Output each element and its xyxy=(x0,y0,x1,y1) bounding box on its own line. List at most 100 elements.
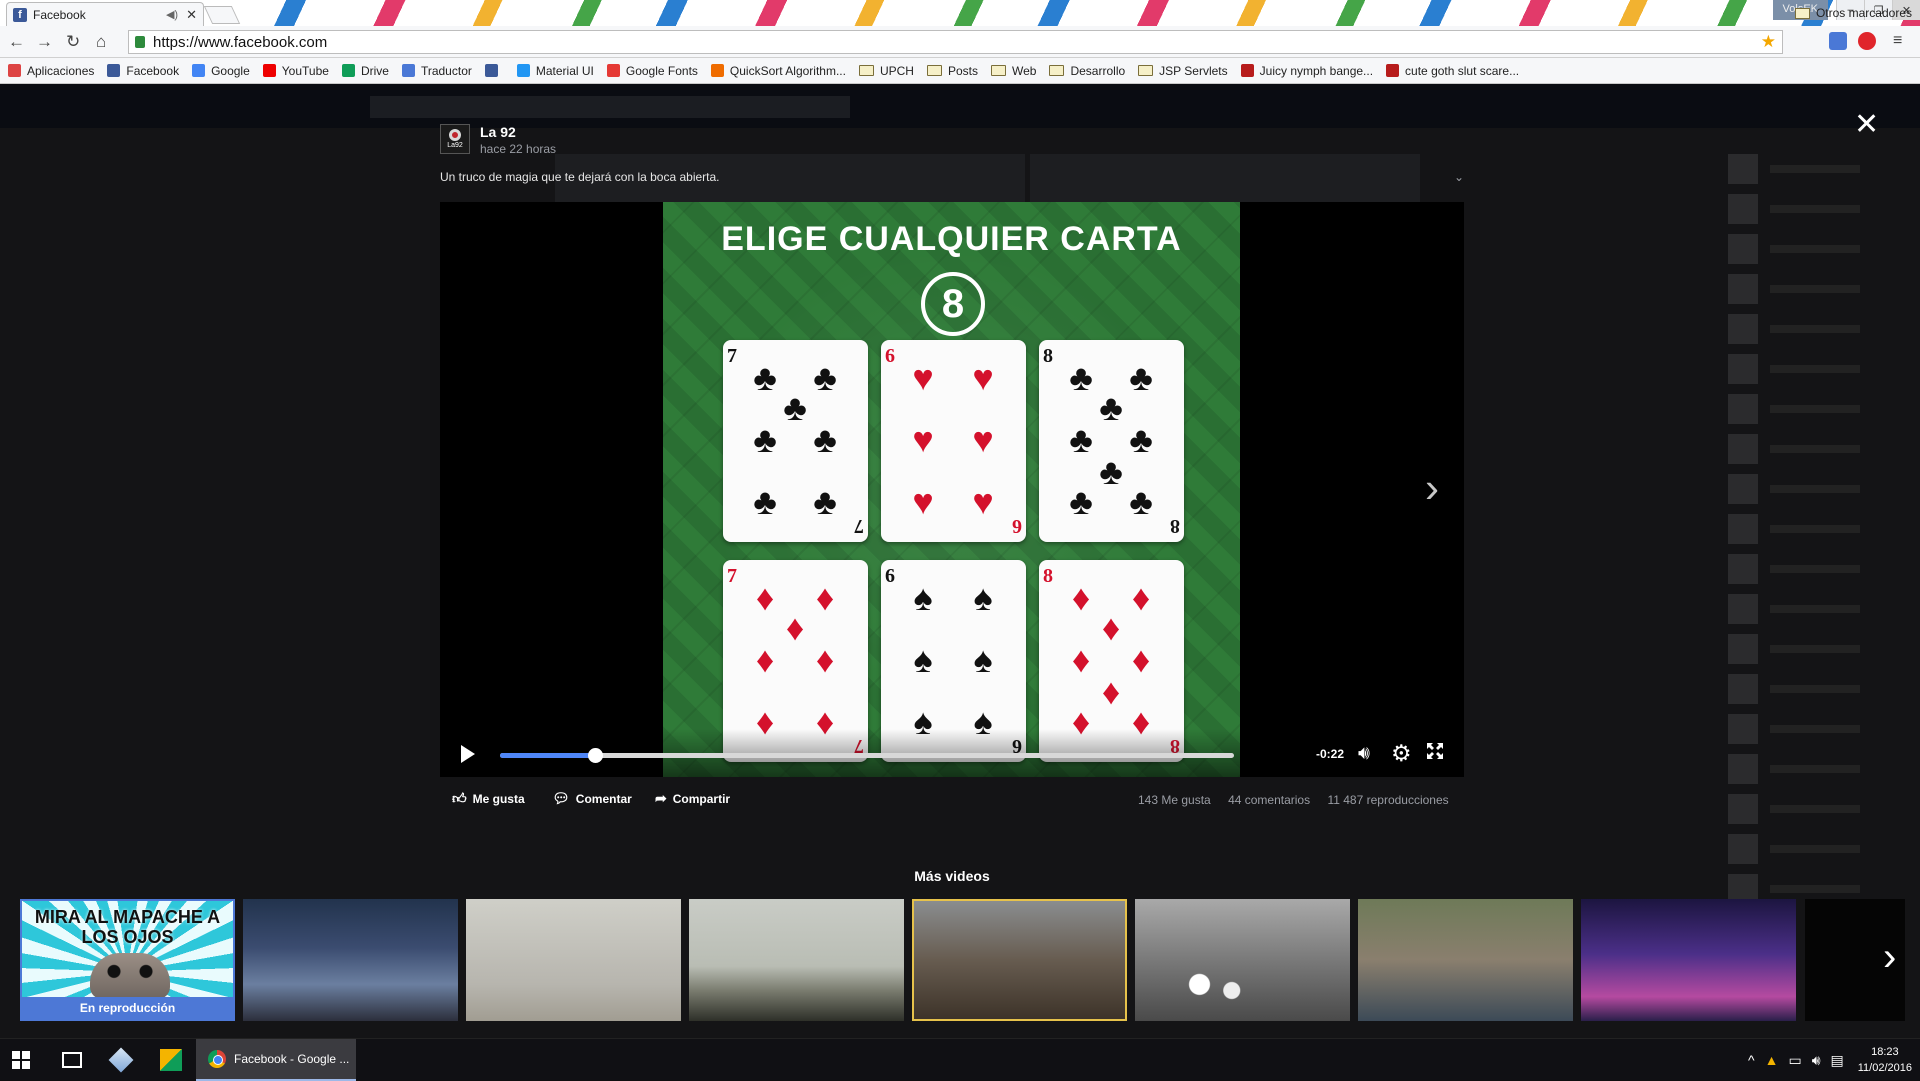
back-icon[interactable]: ← xyxy=(8,32,25,52)
chat-contact xyxy=(1728,592,1918,626)
close-lightbox-icon[interactable]: ✕ xyxy=(1854,110,1879,140)
page-avatar[interactable]: La92 xyxy=(440,124,470,154)
bookmark-item[interactable] xyxy=(484,64,504,77)
drive-taskbar-icon[interactable] xyxy=(160,1049,182,1071)
like-button[interactable]: 👍︎ Me gusta xyxy=(452,790,525,807)
bookmark-label: Google xyxy=(211,63,250,78)
card-rank: 6 xyxy=(885,565,895,587)
share-button[interactable]: ➦ Compartir xyxy=(655,790,730,807)
opera-extension-icon[interactable] xyxy=(1858,32,1876,50)
card-rank-bottom: 7 xyxy=(854,515,864,537)
play-icon[interactable] xyxy=(461,745,475,763)
avatar xyxy=(1728,794,1758,824)
settings-gear-icon[interactable]: ⚙ xyxy=(1391,740,1412,767)
bookmark-label: QuickSort Algorithm... xyxy=(729,63,846,78)
card-suit-pip: ♦ xyxy=(755,639,775,680)
comments-count[interactable]: 44 comentarios xyxy=(1228,793,1310,807)
bookmark-item[interactable]: Traductor xyxy=(401,64,472,78)
likes-count[interactable]: 143 Me gusta xyxy=(1138,793,1211,807)
bookmark-label: Drive xyxy=(360,63,389,78)
chat-contact xyxy=(1728,392,1918,426)
bookmark-item[interactable]: QuickSort Algorithm... xyxy=(710,63,846,78)
speaker-icon[interactable]: 🔊︎ xyxy=(1812,1052,1821,1069)
translate-extension-icon[interactable] xyxy=(1829,32,1847,50)
bookmark-item[interactable]: Material UI xyxy=(516,64,594,78)
card-rank-bottom: 6 xyxy=(1012,515,1022,537)
more-videos-next-button[interactable]: › xyxy=(1805,899,1905,1021)
next-video-arrow-icon[interactable]: › xyxy=(1425,467,1439,509)
video-thumbnail[interactable] xyxy=(689,899,904,1021)
task-view-icon[interactable] xyxy=(62,1052,82,1068)
page-name-link[interactable]: La 92 xyxy=(480,124,516,140)
bookmark-item[interactable]: Web xyxy=(991,64,1036,78)
bookmark-item[interactable]: Posts xyxy=(926,64,978,78)
bookmark-item[interactable]: JSP Servlets xyxy=(1138,64,1228,78)
avatar xyxy=(1728,754,1758,784)
network-icon[interactable]: ▭ xyxy=(1788,1052,1801,1069)
more-videos-title: Más videos xyxy=(914,868,990,884)
volume-icon[interactable]: 🔊︎ xyxy=(1358,743,1370,765)
video-thumbnail[interactable] xyxy=(243,899,458,1021)
fullscreen-icon[interactable] xyxy=(1425,741,1445,761)
other-bookmarks[interactable]: Otros marcadores xyxy=(1794,6,1912,20)
translate-icon xyxy=(401,64,415,77)
comment-button[interactable]: 💬︎ Comentar xyxy=(552,790,632,807)
chevron-down-icon[interactable]: ⌄ xyxy=(1454,170,1464,184)
video-thumbnail[interactable] xyxy=(1358,899,1573,1021)
bookmark-item[interactable]: YouTube xyxy=(262,64,329,78)
bookmark-item[interactable]: Desarrollo xyxy=(1049,64,1125,78)
clock-time: 18:23 xyxy=(1871,1046,1899,1058)
bookmark-star-icon[interactable]: ★ xyxy=(1761,32,1776,52)
video-thumbnail[interactable] xyxy=(466,899,681,1021)
card-suit-pip: ♥ xyxy=(972,357,994,398)
reload-icon[interactable]: ↻ xyxy=(66,32,80,52)
url-text[interactable]: https://www.facebook.com xyxy=(153,34,327,51)
bookmark-item[interactable]: cute goth slut scare... xyxy=(1386,64,1519,78)
chevron-up-icon[interactable]: ^ xyxy=(1748,1052,1755,1068)
apps-grid-icon xyxy=(8,64,21,77)
home-icon[interactable]: ⌂ xyxy=(96,32,106,52)
post-timestamp[interactable]: hace 22 horas xyxy=(480,142,556,156)
bookmark-item[interactable]: Drive xyxy=(341,63,389,78)
bookmark-item[interactable]: UPCH xyxy=(858,64,914,78)
time-remaining: -0:22 xyxy=(1316,747,1345,761)
video-thumbnail[interactable] xyxy=(1581,899,1796,1021)
drive-tray-icon[interactable]: ▲ xyxy=(1765,1052,1779,1068)
views-count: 11 487 reproducciones xyxy=(1327,793,1449,807)
notifications-icon[interactable]: ▤ xyxy=(1831,1052,1844,1069)
progress-scrubber[interactable] xyxy=(588,748,604,763)
card-suit-pip: ♣ xyxy=(1069,419,1093,460)
drive-icon xyxy=(341,64,355,77)
more-videos-strip: MIRA AL MAPACHE A LOS OJOS En reproducci… xyxy=(20,899,1804,1021)
video-player[interactable]: ELIGE CUALQUIER CARTA 8 7 7 ♣ ♣ ♣ ♣ ♣ ♣ ♣ 6 6 ♥ ♥ ♥ ♥ ♥… xyxy=(440,202,1464,777)
bookmark-item[interactable]: Juicy nymph bange... xyxy=(1240,64,1373,78)
card-suit-pip: ♥ xyxy=(912,481,934,522)
progress-bar[interactable] xyxy=(500,748,1234,763)
menu-icon[interactable]: ≡ xyxy=(1893,32,1902,50)
card-suit-pip: ♥ xyxy=(972,419,994,460)
clock[interactable]: 18:23 11/02/2016 xyxy=(1858,1044,1912,1076)
bookmark-item[interactable]: Aplicaciones xyxy=(8,64,94,78)
avatar xyxy=(1728,514,1758,544)
browser-tab[interactable]: f Facebook ◀) ✕ xyxy=(6,2,204,26)
video-thumbnail[interactable] xyxy=(1135,899,1350,1021)
bookmark-item[interactable]: Google Fonts xyxy=(606,63,698,78)
app-cube-icon[interactable] xyxy=(108,1047,134,1073)
avatar-text: La92 xyxy=(447,142,463,149)
bookmark-item[interactable]: Google xyxy=(192,64,250,78)
contact-name-placeholder xyxy=(1770,285,1860,293)
avatar xyxy=(1728,354,1758,384)
chat-contact xyxy=(1728,712,1918,746)
speaker-icon[interactable]: ◀) xyxy=(166,8,178,21)
windows-start-icon[interactable] xyxy=(12,1051,30,1069)
forward-icon[interactable]: → xyxy=(36,32,53,52)
bookmark-item[interactable]: Facebook xyxy=(107,64,179,78)
video-thumbnail-current[interactable]: MIRA AL MAPACHE A LOS OJOS En reproducci… xyxy=(20,899,235,1021)
address-bar[interactable]: https://www.facebook.com ★ xyxy=(128,30,1783,54)
video-thumbnail[interactable] xyxy=(912,899,1127,1021)
windows-taskbar: Facebook - Google ... ^ ▲ ▭ 🔊︎ ▤ 18:23 1… xyxy=(0,1038,1920,1081)
taskbar-chrome-window[interactable]: Facebook - Google ... xyxy=(196,1039,356,1081)
bookmark-label: Google Fonts xyxy=(625,63,698,78)
tab-close-icon[interactable]: ✕ xyxy=(186,7,197,23)
video-frame[interactable]: ELIGE CUALQUIER CARTA 8 7 7 ♣ ♣ ♣ ♣ ♣ ♣ ♣ 6 6 ♥ ♥ ♥ ♥ ♥… xyxy=(663,202,1240,777)
